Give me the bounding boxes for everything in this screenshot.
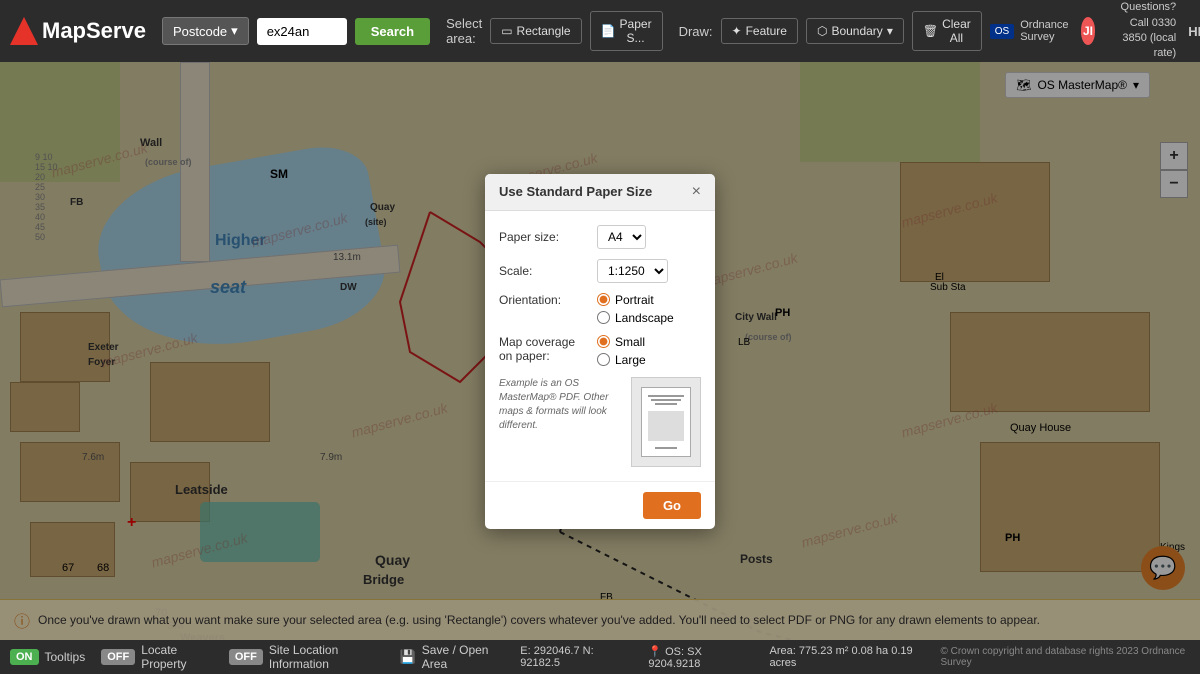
- orientation-row: Orientation: Portrait Landscape: [499, 293, 701, 325]
- logo-text: MapServe: [42, 18, 146, 44]
- coverage-radio-group: Small Large: [597, 335, 646, 367]
- scale-label: Scale:: [499, 264, 589, 278]
- locate-toggle[interactable]: OFF: [101, 649, 135, 665]
- example-line-1: [648, 395, 684, 397]
- modal-body: Paper size: A4 A3 A2 Scale: 1:1250 1:250…: [485, 211, 715, 481]
- postcode-label: Postcode: [173, 24, 227, 39]
- portrait-radio[interactable]: [597, 293, 610, 306]
- os-ref: 📍 OS: SX 9204.9218: [648, 645, 745, 670]
- boundary-dropdown-icon: ▾: [887, 24, 893, 38]
- user-avatar: JI: [1081, 17, 1096, 45]
- scale-select[interactable]: 1:1250 1:2500 1:5000: [597, 259, 668, 283]
- modal-footer: Go: [485, 481, 715, 529]
- select-area-label: Select area:: [446, 16, 482, 46]
- postcode-input[interactable]: [257, 18, 347, 45]
- coverage-row: Map coverage on paper: Small Large: [499, 335, 701, 367]
- orientation-radio-group: Portrait Landscape: [597, 293, 674, 325]
- small-option[interactable]: Small: [597, 335, 646, 349]
- portrait-option[interactable]: Portrait: [597, 293, 674, 307]
- paper-size-button[interactable]: 📄 Paper S...: [590, 11, 663, 51]
- large-label: Large: [615, 353, 646, 367]
- portrait-label: Portrait: [615, 293, 654, 307]
- copyright: © Crown copyright and database rights 20…: [940, 646, 1190, 668]
- landscape-radio[interactable]: [597, 311, 610, 324]
- save-label: Save / Open Area: [422, 643, 505, 671]
- ordnance-survey-text: Ordnance Survey: [1020, 19, 1068, 43]
- boundary-button[interactable]: ⬡ Boundary ▾: [806, 18, 904, 44]
- dropdown-arrow-icon: ▾: [231, 23, 238, 39]
- scale-row: Scale: 1:1250 1:2500 1:5000: [499, 259, 701, 283]
- save-group: 💾 Save / Open Area: [400, 643, 505, 671]
- logo-icon: [10, 17, 38, 45]
- example-img-inner: [641, 387, 691, 457]
- top-bar: MapServe Postcode ▾ Search Select area: …: [0, 0, 1200, 62]
- rectangle-icon: ▭: [501, 24, 512, 38]
- os-badge: OS: [990, 24, 1014, 39]
- modal-title: Use Standard Paper Size: [499, 184, 652, 199]
- feature-button[interactable]: ✦ Feature: [721, 18, 798, 44]
- tooltips-toggle-group: ON Tooltips: [10, 649, 85, 665]
- search-button[interactable]: Search: [355, 18, 430, 45]
- phone-number: Call 0330 3850 (local rate): [1107, 16, 1176, 62]
- example-line-3: [655, 403, 677, 405]
- locate-toggle-group: OFF Locate Property: [101, 643, 213, 671]
- landscape-label: Landscape: [615, 311, 674, 325]
- paper-size-select[interactable]: A4 A3 A2: [597, 225, 646, 249]
- location-icon: 📍: [648, 646, 662, 658]
- top-bar-right: OS Ordnance Survey JI Questions? Call 03…: [990, 0, 1200, 62]
- draw-label: Draw:: [679, 24, 713, 39]
- map-area[interactable]: Higher seat Wall (course of) Quay (site)…: [0, 62, 1200, 640]
- example-map-thumb: [648, 411, 684, 441]
- status-coords: E: 292046.7 N: 92182.5: [520, 645, 624, 669]
- rectangle-button[interactable]: ▭ Rectangle: [490, 18, 581, 44]
- site-toggle-group: OFF Site Location Information: [229, 643, 384, 671]
- landscape-option[interactable]: Landscape: [597, 311, 674, 325]
- tooltips-toggle[interactable]: ON: [10, 649, 39, 665]
- example-image: [631, 377, 701, 467]
- questions-text: Questions?: [1107, 0, 1176, 15]
- status-bar: ON Tooltips OFF Locate Property OFF Site…: [0, 640, 1200, 674]
- coverage-label: Map coverage on paper:: [499, 335, 589, 363]
- logo: MapServe: [10, 17, 146, 45]
- large-option[interactable]: Large: [597, 353, 646, 367]
- modal-header: Use Standard Paper Size ×: [485, 174, 715, 211]
- modal-close-button[interactable]: ×: [692, 184, 701, 200]
- paper-size-modal: Use Standard Paper Size × Paper size: A4…: [485, 174, 715, 529]
- trash-icon: 🗑: [923, 24, 938, 38]
- large-radio[interactable]: [597, 353, 610, 366]
- example-text: Example is an OS MasterMap® PDF. Other m…: [499, 377, 621, 433]
- feature-icon: ✦: [732, 24, 742, 38]
- go-button[interactable]: Go: [643, 492, 701, 519]
- locate-label: Locate Property: [141, 643, 213, 671]
- site-label: Site Location Information: [269, 643, 384, 671]
- example-line-2: [651, 399, 681, 401]
- paper-size-row: Paper size: A4 A3 A2: [499, 225, 701, 249]
- help-button[interactable]: HELP: [1188, 24, 1200, 39]
- status-area: Area: 775.23 m² 0.08 ha 0.19 acres: [770, 645, 925, 669]
- tooltips-label: Tooltips: [45, 650, 86, 664]
- example-line-4: [655, 447, 677, 449]
- modal-overlay: Use Standard Paper Size × Paper size: A4…: [0, 62, 1200, 640]
- orientation-label: Orientation:: [499, 293, 589, 307]
- partner-logos: OS Ordnance Survey: [990, 19, 1069, 43]
- phone-info: Questions? Call 0330 3850 (local rate): [1107, 0, 1176, 62]
- paper-icon: 📄: [601, 24, 616, 38]
- paper-size-label: Paper size:: [499, 230, 589, 244]
- small-label: Small: [615, 335, 645, 349]
- postcode-dropdown[interactable]: Postcode ▾: [162, 17, 249, 45]
- clear-all-button[interactable]: 🗑 Clear All: [912, 11, 982, 51]
- example-area: Example is an OS MasterMap® PDF. Other m…: [499, 377, 701, 467]
- small-radio[interactable]: [597, 335, 610, 348]
- site-toggle[interactable]: OFF: [229, 649, 263, 665]
- boundary-icon: ⬡: [817, 24, 827, 38]
- save-icon: 💾: [400, 649, 416, 665]
